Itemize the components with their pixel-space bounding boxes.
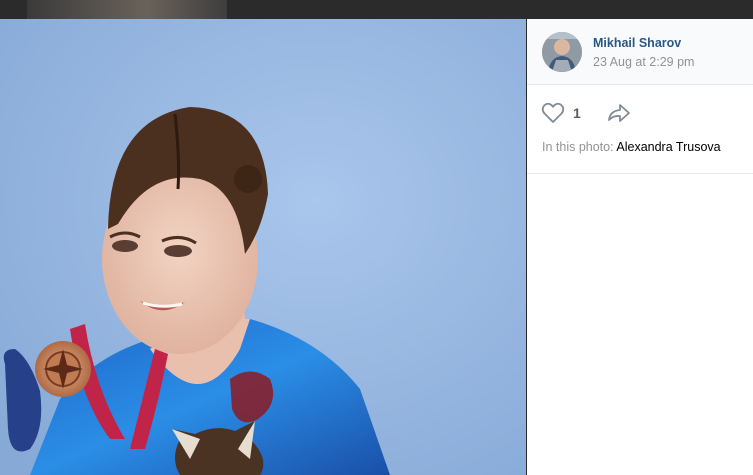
like-count: 1 bbox=[573, 105, 581, 121]
author-avatar[interactable] bbox=[542, 32, 582, 72]
tagged-people: In this photo: Alexandra Trusova bbox=[542, 140, 721, 154]
heart-outline-icon bbox=[541, 102, 565, 123]
photo-sidebar: Mikhail Sharov 23 Aug at 2:29 pm 1 In th… bbox=[527, 19, 753, 475]
author-name-link[interactable]: Mikhail Sharov bbox=[593, 36, 681, 50]
author-block: Mikhail Sharov 23 Aug at 2:29 pm bbox=[527, 19, 753, 85]
photo-image bbox=[0, 19, 526, 475]
tagged-label: In this photo: bbox=[542, 140, 614, 154]
previous-photo-strip[interactable] bbox=[27, 0, 227, 19]
like-button[interactable]: 1 bbox=[541, 102, 581, 124]
post-date[interactable]: 23 Aug at 2:29 pm bbox=[593, 55, 694, 69]
photo-actions: 1 In this photo: Alexandra Trusova bbox=[527, 85, 753, 174]
share-button[interactable] bbox=[606, 102, 632, 124]
avatar-image bbox=[542, 32, 582, 72]
tagged-person-link[interactable]: Alexandra Trusova bbox=[616, 140, 720, 154]
main-photo[interactable] bbox=[0, 19, 526, 475]
viewer-top-bar bbox=[0, 0, 753, 19]
share-arrow-icon bbox=[608, 104, 630, 122]
